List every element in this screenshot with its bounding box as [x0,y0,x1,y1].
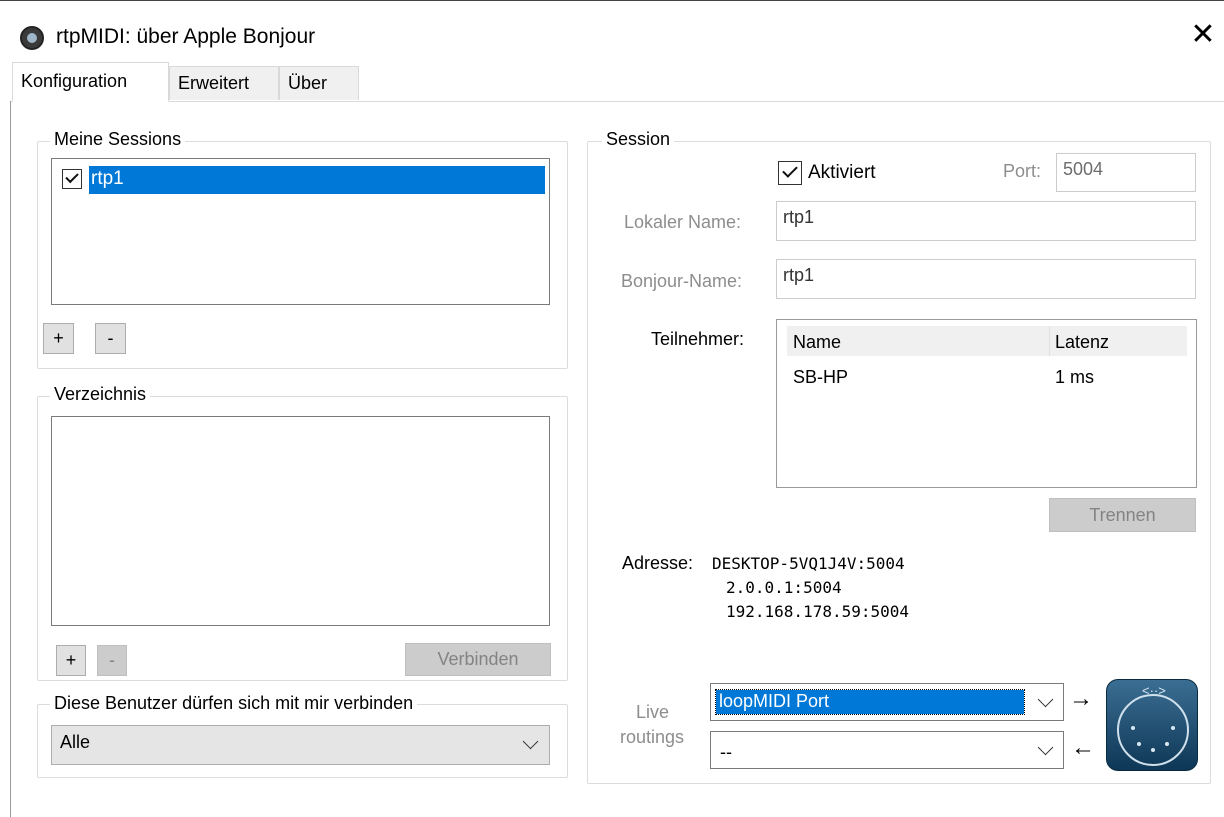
enabled-checkbox[interactable] [778,161,802,185]
column-header-latency[interactable]: Latenz [1055,332,1109,353]
tab-panel-border [10,101,1224,102]
connect-button[interactable]: Verbinden [405,643,551,676]
directory-list[interactable] [51,416,550,626]
table-cell-name[interactable]: SB-HP [793,367,848,388]
remove-directory-button[interactable]: - [97,645,127,676]
users-group-label: Diese Benutzer dürfen sich mit mir verbi… [50,693,418,714]
close-icon[interactable]: ✕ [1186,18,1220,52]
local-name-label: Lokaler Name: [624,212,742,232]
route-out-select[interactable]: loopMIDI Port [710,683,1064,721]
midi-ring-icon [1117,694,1189,766]
route-in-select[interactable]: -- [710,731,1064,769]
table-cell-latency[interactable]: 1 ms [1055,367,1094,388]
route-in-value: -- [720,742,732,762]
address-line: 192.168.178.59:5004 [726,602,910,621]
session-checkbox[interactable] [62,169,82,189]
users-select-value: Alle [60,732,91,752]
address-line: DESKTOP-5VQ1J4V:5004 [712,554,905,573]
midi-pin [1131,726,1135,730]
port-field[interactable]: 5004 [1056,153,1196,192]
arrow-right-icon: → [1069,685,1093,712]
tab-ueber[interactable]: Über [279,66,359,100]
rtpmidi-app-icon [20,26,44,50]
add-directory-button[interactable]: + [56,645,86,676]
midi-pin [1137,742,1141,746]
address-line: 2.0.0.1:5004 [726,578,842,597]
midi-pin [1165,742,1169,746]
remove-session-button[interactable]: - [95,323,126,354]
participants-label: Teilnehmer: [651,329,745,349]
list-item[interactable]: rtp1 [56,165,546,194]
chevron-down-icon [522,733,539,750]
sessions-group-label: Meine Sessions [50,129,186,150]
check-icon [782,162,798,178]
port-label: Port: [1003,161,1042,181]
enabled-label: Aktiviert [808,162,876,183]
add-session-button[interactable]: + [43,323,74,354]
midi-arrows-icon: <··> [1142,683,1166,698]
midi-pin [1171,726,1175,730]
sessions-list[interactable]: rtp1 [51,158,550,305]
disconnect-button[interactable]: Trennen [1049,498,1196,532]
live-routings-label-2: routings [620,727,685,747]
live-routings-label: Live [636,702,670,722]
table-header [787,326,1187,356]
window-title: rtpMIDI: über Apple Bonjour [56,25,316,48]
arrow-left-icon: ← [1071,734,1095,761]
local-name-field[interactable]: rtp1 [776,201,1196,241]
check-icon [65,169,79,184]
session-group-label: Session [602,129,675,150]
route-out-value: loopMIDI Port [715,689,1025,715]
address-label: Adresse: [622,553,694,573]
midi-connector-icon[interactable]: <··> [1106,679,1198,771]
tab-konfiguration[interactable]: Konfiguration [12,62,169,102]
chevron-down-icon [1037,691,1054,708]
window-left-edge [10,101,11,817]
bonjour-name-field[interactable]: rtp1 [776,259,1196,299]
chevron-down-icon [1037,739,1054,756]
users-select[interactable]: Alle [51,725,550,765]
tab-erweitert[interactable]: Erweitert [169,66,279,100]
column-divider [1049,326,1050,356]
bonjour-name-label: Bonjour-Name: [621,271,743,291]
session-item-label[interactable]: rtp1 [89,166,545,194]
participants-table[interactable]: Name Latenz SB-HP 1 ms [776,319,1197,488]
column-header-name[interactable]: Name [793,332,841,353]
midi-pin [1151,748,1155,752]
directory-group-label: Verzeichnis [50,384,151,405]
